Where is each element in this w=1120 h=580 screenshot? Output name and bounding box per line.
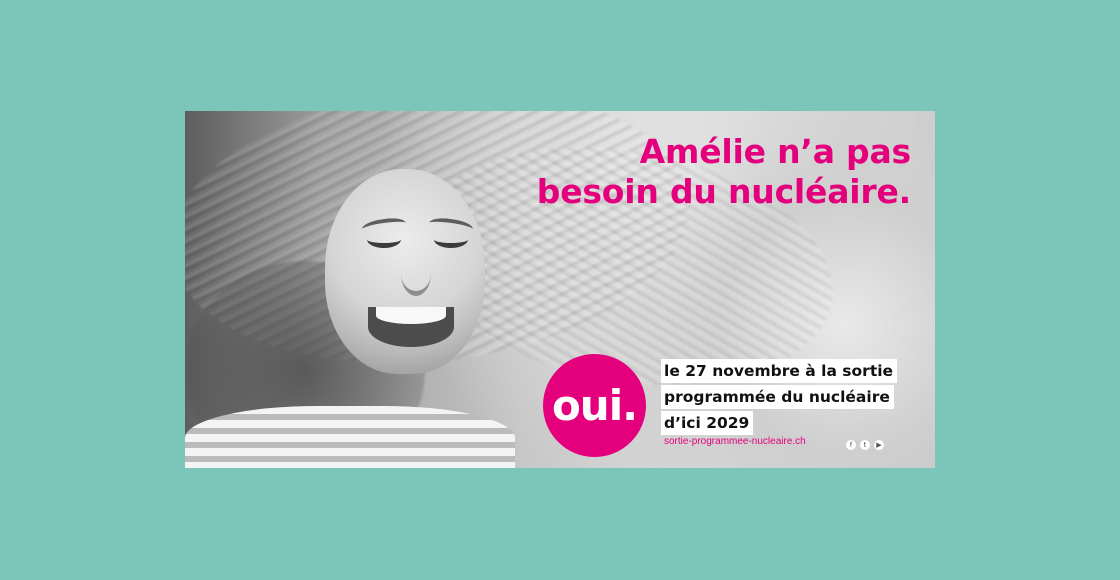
- nose: [401, 251, 431, 296]
- headline-line: Amélie n’a pas: [639, 132, 912, 171]
- info-line: programmée du nucléaire: [661, 385, 894, 409]
- social-links: f t ▶: [846, 440, 884, 450]
- right-eye: [434, 231, 468, 248]
- smile: [368, 307, 454, 347]
- oui-badge: oui.: [543, 354, 646, 457]
- left-eye: [367, 231, 401, 248]
- facebook-icon[interactable]: f: [846, 440, 856, 450]
- vote-info: le 27 novembre à la sortie programmée du…: [661, 359, 901, 437]
- campaign-poster: Amélie n’a pas besoin du nucléaire. oui.…: [185, 111, 935, 468]
- striped-shirt: [185, 406, 515, 468]
- info-line: le 27 novembre à la sortie: [661, 359, 898, 383]
- campaign-headline: Amélie n’a pas besoin du nucléaire.: [521, 132, 911, 212]
- twitter-icon[interactable]: t: [860, 440, 870, 450]
- info-line: d’ici 2029: [661, 411, 754, 435]
- campaign-url[interactable]: sortie-programmee-nucleaire.ch: [664, 436, 806, 447]
- headline-line: besoin du nucléaire.: [536, 172, 911, 211]
- youtube-icon[interactable]: ▶: [874, 440, 884, 450]
